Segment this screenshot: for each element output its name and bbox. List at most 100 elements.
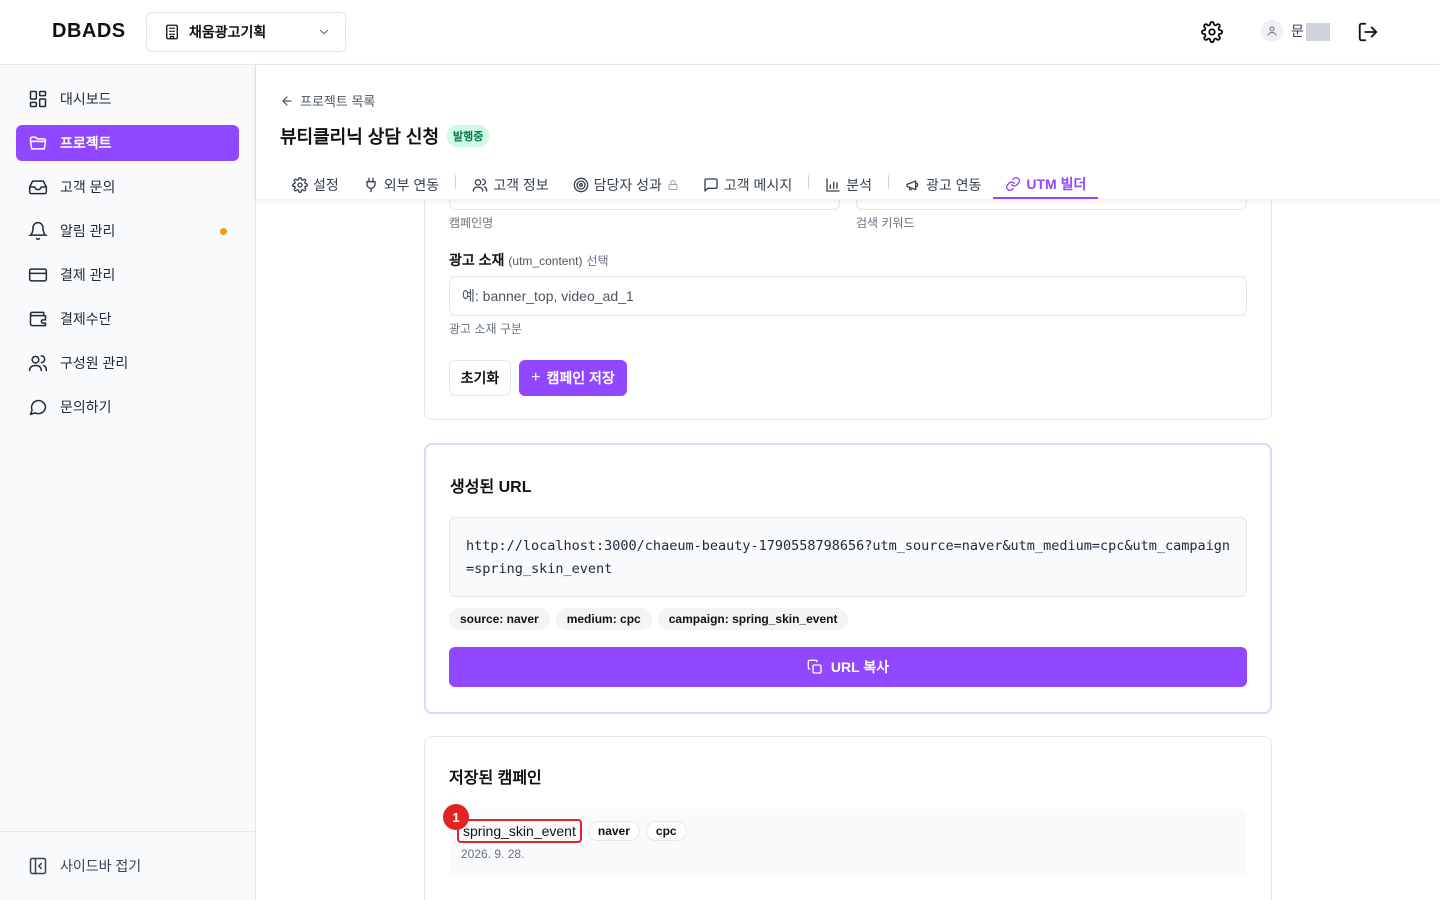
tab-label: 담당자 성과: [593, 176, 662, 193]
tab-divider: [887, 175, 889, 189]
sidebar-item-billing[interactable]: 결제 관리: [16, 257, 239, 293]
save-campaign-label: 캠페인 저장: [546, 370, 615, 386]
tab-analytics[interactable]: 분석: [813, 161, 884, 199]
content-input[interactable]: [449, 276, 1247, 316]
arrow-left-icon: [282, 95, 292, 106]
tab-label: 고객 정보: [493, 176, 549, 193]
plus-icon: +: [531, 369, 541, 386]
copy-url-label: URL 복사: [830, 659, 890, 675]
page-header: 프로젝트 목록 뷰티클리닉 상담 신청 발행중 설정 외부 연동 고객 정보 담…: [256, 65, 1440, 199]
sidebar-item-contact[interactable]: 문의하기: [16, 389, 239, 425]
top-bar: DBADS 채움광고기획 문: [0, 0, 1440, 65]
sidebar: 대시보드 프로젝트 고객 문의 알림 관리 결제 관리 결제수단 구성원 관리 …: [0, 65, 256, 900]
tab-label: UTM 빌더: [1026, 175, 1087, 192]
sidebar-item-label: 결제 관리: [60, 267, 116, 283]
sidebar-item-dashboard[interactable]: 대시보드: [16, 81, 239, 117]
credit-card-icon: [28, 268, 48, 282]
save-campaign-button[interactable]: + 캠페인 저장: [519, 360, 627, 396]
copy-icon: [807, 659, 822, 674]
sidebar-item-label: 대시보드: [60, 91, 112, 107]
keyword-help-text: 검색 키워드: [856, 216, 915, 230]
logout-icon[interactable]: [1357, 21, 1379, 43]
title-row: 뷰티클리닉 상담 신청 발행중: [280, 123, 490, 149]
tab-customer-messages[interactable]: 고객 메시지: [691, 161, 804, 199]
redacted-name: [1305, 23, 1330, 42]
user-icon: [1267, 26, 1277, 36]
chevron-down-icon: [319, 29, 329, 35]
link-icon: [1006, 176, 1021, 191]
sidebar-item-inquiries[interactable]: 고객 문의: [16, 169, 239, 205]
medium-tag: cpc: [645, 821, 687, 841]
collapse-sidebar-button[interactable]: 사이드바 접기: [28, 856, 141, 876]
tab-divider: [455, 175, 457, 189]
sidebar-item-label: 문의하기: [60, 399, 112, 415]
users-icon: [472, 178, 488, 192]
generated-url-text[interactable]: http://localhost:3000/chaeum-beauty-1790…: [449, 517, 1247, 597]
users-icon: [28, 355, 48, 372]
organization-name: 채움광고기획: [189, 24, 267, 40]
annotation-marker: 1: [443, 804, 469, 830]
settings-gear-icon[interactable]: [1201, 21, 1223, 43]
source-chip: source: naver: [449, 608, 550, 630]
avatar: [1261, 20, 1283, 42]
copy-url-button[interactable]: URL 복사: [449, 647, 1247, 687]
tab-divider: [808, 175, 810, 189]
folder-icon: [29, 136, 47, 150]
organization-select[interactable]: 채움광고기획: [146, 12, 346, 52]
breadcrumb-label: 프로젝트 목록: [300, 94, 376, 109]
content-help-text: 광고 소재 구분: [449, 322, 522, 336]
status-badge: 발행중: [447, 125, 490, 147]
sidebar-item-label: 구성원 관리: [60, 355, 129, 371]
medium-chip: medium: cpc: [555, 608, 652, 630]
campaign-help-text: 캠페인명: [449, 216, 494, 230]
bell-icon: [28, 221, 48, 241]
lock-icon: [668, 179, 678, 190]
reset-button[interactable]: 초기화: [449, 360, 511, 396]
tab-settings[interactable]: 설정: [280, 161, 351, 199]
saved-campaigns-title: 저장된 캠페인: [449, 770, 542, 787]
megaphone-icon: [906, 179, 919, 190]
plug-icon: [366, 177, 376, 192]
collapse-label: 사이드바 접기: [60, 858, 142, 874]
sidebar-item-label: 결제수단: [60, 311, 112, 327]
utm-param-chips: source: naver medium: cpc campaign: spri…: [449, 608, 854, 630]
breadcrumb[interactable]: 프로젝트 목록: [280, 91, 375, 110]
tab-label: 광고 연동: [925, 176, 982, 193]
tab-label: 설정: [313, 176, 339, 193]
dashboard-icon: [29, 90, 47, 108]
sidebar-item-projects[interactable]: 프로젝트: [16, 125, 239, 161]
sidebar-item-label: 고객 문의: [60, 179, 116, 195]
user-name: 문: [1291, 21, 1330, 42]
tab-integrations[interactable]: 외부 연동: [351, 161, 451, 199]
gear-icon: [292, 176, 308, 193]
generated-url-title: 생성된 URL: [450, 479, 532, 496]
page-title: 뷰티클리닉 상담 신청: [280, 127, 440, 147]
campaign-name[interactable]: spring_skin_event: [457, 819, 582, 843]
source-tag: naver: [587, 821, 640, 841]
bar-chart-icon: [826, 177, 840, 192]
sidebar-item-payment-methods[interactable]: 결제수단: [16, 301, 239, 337]
tab-bar: 설정 외부 연동 고객 정보 담당자 성과 고객 메시지 분석 광고 연동 UT…: [280, 161, 1099, 199]
sidebar-item-label: 알림 관리: [60, 223, 116, 239]
sidebar-footer: 사이드바 접기: [0, 831, 255, 900]
user-menu[interactable]: 문: [1261, 20, 1330, 42]
sidebar-item-notifications[interactable]: 알림 관리: [16, 213, 239, 249]
sidebar-collapse-icon: [29, 857, 47, 875]
sidebar-item-label: 프로젝트: [60, 135, 112, 151]
content-field-label: 광고 소재 (utm_content) 선택: [449, 252, 609, 268]
saved-campaigns-card: 저장된 캠페인 spring_skin_event naver cpc 2026…: [424, 736, 1272, 900]
notification-dot: [220, 228, 227, 235]
app-logo[interactable]: DBADS: [52, 20, 126, 43]
campaign-tags: spring_skin_event naver cpc: [457, 819, 693, 843]
building-icon: [166, 24, 178, 40]
sidebar-item-members[interactable]: 구성원 관리: [16, 345, 239, 381]
campaign-date: 2026. 9. 28.: [461, 847, 525, 861]
tab-utm-builder[interactable]: UTM 빌더: [993, 161, 1099, 199]
tab-staff-performance[interactable]: 담당자 성과: [561, 161, 691, 199]
generated-url-card: 생성된 URL http://localhost:3000/chaeum-bea…: [424, 443, 1272, 714]
tab-customers[interactable]: 고객 정보: [460, 161, 560, 199]
list-item[interactable]: spring_skin_event naver cpc 2026. 9. 28.: [449, 809, 1247, 875]
wallet-icon: [29, 311, 47, 327]
tab-ad-integration[interactable]: 광고 연동: [893, 161, 993, 199]
campaign-chip: campaign: spring_skin_event: [657, 608, 849, 630]
